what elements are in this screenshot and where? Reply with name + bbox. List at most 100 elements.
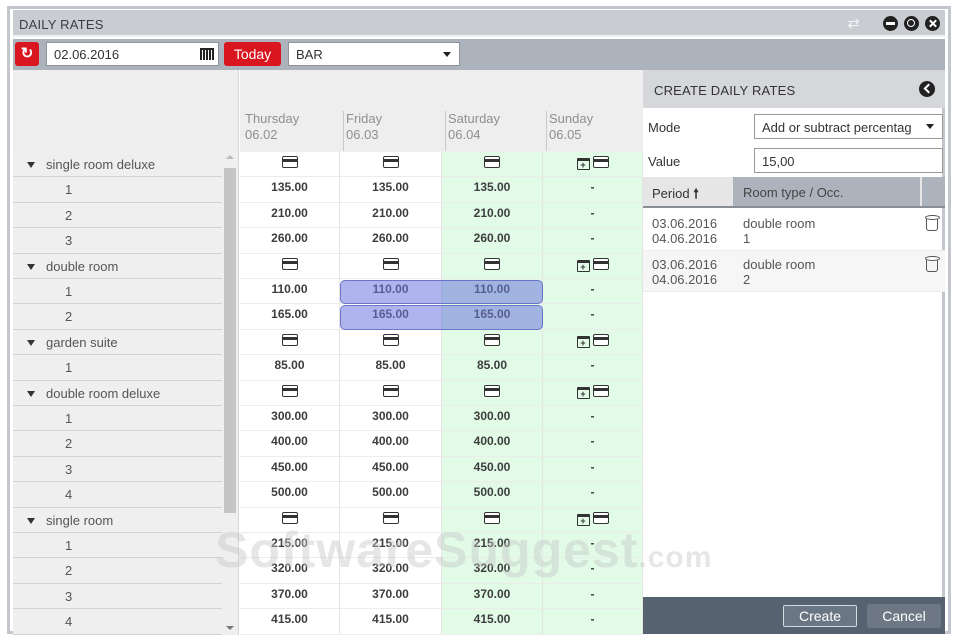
- room-header-cell[interactable]: [340, 380, 442, 406]
- rate-cell[interactable]: 135.00: [240, 177, 340, 203]
- room-header-cell[interactable]: [340, 329, 442, 356]
- minimize-icon[interactable]: [883, 16, 898, 31]
- rate-cell[interactable]: -: [543, 406, 643, 432]
- room-list-scrollbar[interactable]: [223, 152, 237, 634]
- rate-cell[interactable]: 450.00: [442, 456, 543, 483]
- rate-cell[interactable]: 320.00: [340, 558, 442, 584]
- rate-cell[interactable]: 210.00: [240, 202, 340, 229]
- room-header-cell[interactable]: [442, 380, 543, 406]
- scroll-thumb[interactable]: [224, 168, 236, 513]
- rate-cell[interactable]: 85.00: [240, 355, 340, 381]
- rate-card-icon[interactable]: [484, 257, 500, 270]
- rate-card-icon[interactable]: [592, 156, 609, 168]
- rate-card-icon[interactable]: [592, 333, 609, 346]
- rate-card-icon[interactable]: [281, 156, 298, 168]
- rate-card-icon[interactable]: [484, 511, 500, 524]
- rate-cell[interactable]: 215.00: [340, 533, 442, 559]
- rate-cell[interactable]: 500.00: [240, 482, 340, 508]
- rate-cell[interactable]: 260.00: [442, 228, 543, 254]
- trash-icon[interactable]: [925, 256, 940, 272]
- collapse-triangle-icon[interactable]: [27, 390, 35, 397]
- rate-card-icon[interactable]: [484, 384, 500, 397]
- rate-cell[interactable]: 320.00: [442, 558, 543, 584]
- restore-icon[interactable]: [904, 16, 919, 31]
- rate-cell[interactable]: 260.00: [240, 228, 340, 254]
- rate-selection[interactable]: [340, 280, 543, 305]
- collapse-triangle-icon[interactable]: [27, 162, 35, 168]
- rate-cell[interactable]: 300.00: [340, 406, 442, 432]
- rate-card-icon[interactable]: [592, 257, 609, 270]
- room-type-name[interactable]: single room: [13, 507, 222, 533]
- rate-cell[interactable]: -: [543, 533, 643, 559]
- room-header-cell[interactable]: +: [543, 253, 643, 279]
- rate-card-icon[interactable]: [281, 384, 298, 397]
- collapse-panel-icon[interactable]: [919, 81, 935, 97]
- rate-selection[interactable]: [340, 305, 543, 330]
- room-header-cell[interactable]: [442, 329, 543, 356]
- room-type-column-header[interactable]: Room type / Occ.: [733, 177, 920, 206]
- trash-icon[interactable]: [925, 215, 940, 231]
- create-button[interactable]: Create: [783, 605, 857, 627]
- rate-cell[interactable]: 400.00: [240, 431, 340, 457]
- rate-cell[interactable]: 135.00: [340, 177, 442, 203]
- room-header-cell[interactable]: [442, 507, 543, 533]
- rate-cell[interactable]: 135.00: [442, 177, 543, 203]
- rate-entry-row[interactable]: 03.06.2016 04.06.2016 double room 1: [643, 210, 945, 251]
- rate-cell[interactable]: 210.00: [340, 202, 442, 229]
- calendar-icon[interactable]: [200, 48, 214, 60]
- period-column-header[interactable]: Period 🠕: [643, 177, 733, 206]
- close-icon[interactable]: [925, 16, 940, 31]
- calendar-plus-icon[interactable]: +: [576, 335, 590, 348]
- rate-cell[interactable]: 165.00: [240, 304, 340, 330]
- rate-cell[interactable]: 300.00: [442, 406, 543, 432]
- room-header-cell[interactable]: [340, 152, 442, 178]
- room-type-name[interactable]: garden suite: [13, 329, 222, 356]
- rate-entry-row[interactable]: 03.06.2016 04.06.2016 double room 2: [643, 251, 945, 292]
- rate-cell[interactable]: -: [543, 456, 643, 483]
- cancel-button[interactable]: Cancel: [867, 604, 941, 628]
- rate-card-icon[interactable]: [382, 333, 399, 346]
- rate-card-icon[interactable]: [592, 384, 609, 397]
- room-type-name[interactable]: double room deluxe: [13, 380, 222, 406]
- rate-card-icon[interactable]: [382, 156, 399, 168]
- calendar-plus-icon[interactable]: +: [576, 259, 590, 272]
- room-header-cell[interactable]: [340, 507, 442, 533]
- rate-cell[interactable]: 415.00: [340, 609, 442, 635]
- rate-card-icon[interactable]: [382, 511, 399, 524]
- rate-cell[interactable]: -: [543, 279, 643, 305]
- rate-cell[interactable]: 415.00: [240, 609, 340, 635]
- room-header-cell[interactable]: [240, 380, 340, 406]
- rate-cell[interactable]: -: [543, 202, 643, 229]
- room-header-cell[interactable]: [240, 152, 340, 178]
- collapse-triangle-icon[interactable]: [27, 263, 35, 270]
- rate-cell[interactable]: 320.00: [240, 558, 340, 584]
- rate-cell[interactable]: -: [543, 609, 643, 635]
- rate-cell[interactable]: -: [543, 482, 643, 508]
- rate-cell[interactable]: 370.00: [442, 583, 543, 610]
- rate-cell[interactable]: -: [543, 177, 643, 203]
- rate-cell[interactable]: 370.00: [340, 583, 442, 610]
- rate-cell[interactable]: -: [543, 304, 643, 330]
- room-header-cell[interactable]: +: [543, 380, 643, 406]
- rate-cell[interactable]: 400.00: [442, 431, 543, 457]
- room-type-name[interactable]: double room: [13, 253, 222, 279]
- room-header-cell[interactable]: [240, 253, 340, 279]
- rate-cell[interactable]: 85.00: [442, 355, 543, 381]
- rate-cell[interactable]: -: [543, 228, 643, 254]
- room-header-cell[interactable]: [240, 507, 340, 533]
- calendar-plus-icon[interactable]: +: [576, 158, 590, 170]
- scroll-up-icon[interactable]: [226, 155, 234, 159]
- rate-cell[interactable]: 85.00: [340, 355, 442, 381]
- rate-cell[interactable]: -: [543, 583, 643, 610]
- rate-cell[interactable]: 500.00: [340, 482, 442, 508]
- rate-cell[interactable]: 450.00: [240, 456, 340, 483]
- rate-card-icon[interactable]: [592, 511, 609, 524]
- collapse-triangle-icon[interactable]: [27, 339, 35, 346]
- mode-select[interactable]: Add or subtract percentag: [754, 114, 943, 139]
- rate-card-icon[interactable]: [382, 384, 399, 397]
- rate-plan-select[interactable]: BAR: [288, 42, 460, 66]
- room-header-cell[interactable]: +: [543, 507, 643, 533]
- rate-card-icon[interactable]: [281, 511, 298, 524]
- room-header-cell[interactable]: [240, 329, 340, 356]
- rate-cell[interactable]: 260.00: [340, 228, 442, 254]
